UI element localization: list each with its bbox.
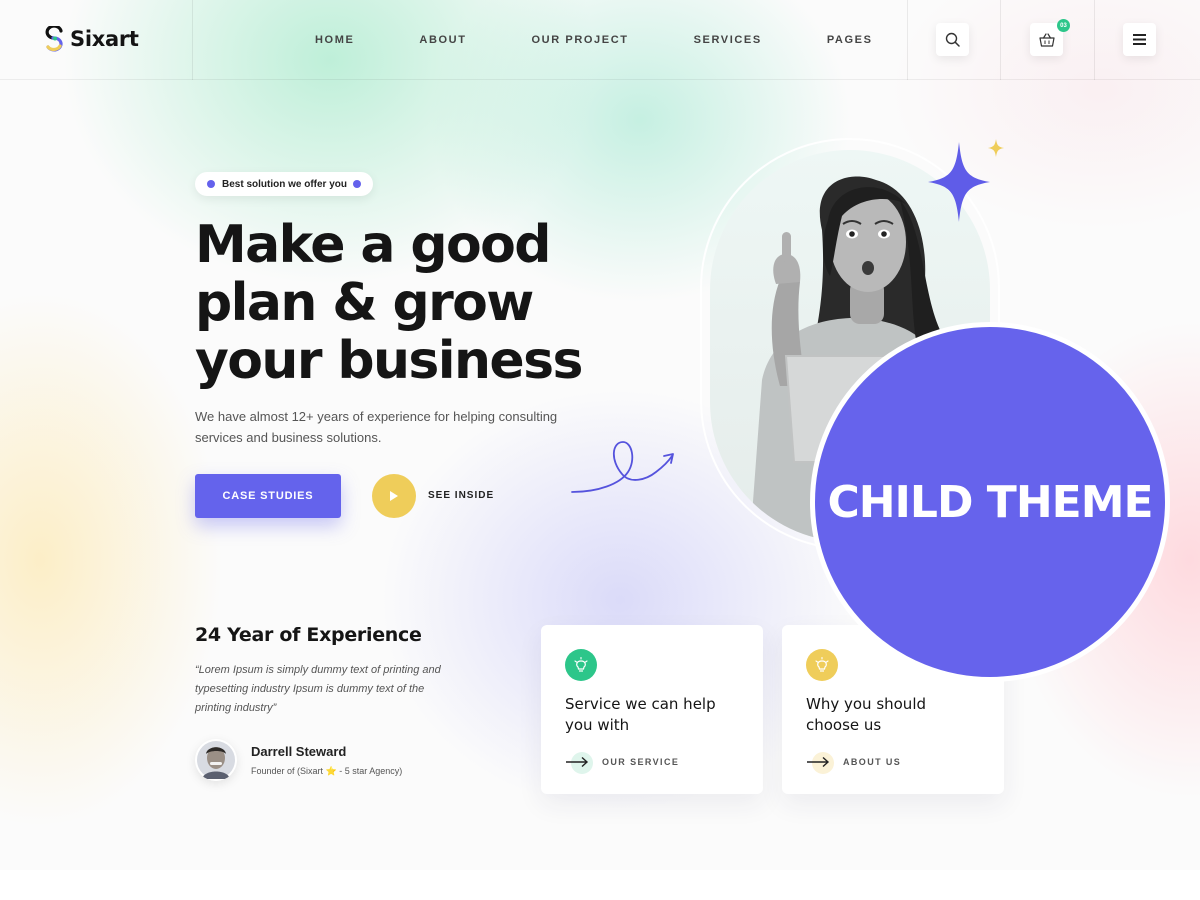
experience-quote: “Lorem Ipsum is simply dummy text of pri… xyxy=(195,664,441,714)
logo-text: Sixart xyxy=(70,27,139,51)
experience-title: 24 Year of Experience xyxy=(195,624,422,646)
lightbulb-icon xyxy=(815,657,829,672)
main-nav: HOME ABOUT OUR PROJECT SERVICES PAGES xyxy=(315,34,873,46)
our-service-link[interactable]: OUR SERVICE xyxy=(565,752,680,774)
person-name: Darrell Steward xyxy=(251,744,347,759)
nav-our-project[interactable]: OUR PROJECT xyxy=(532,34,629,46)
hero-title-line: Make a good xyxy=(195,215,551,275)
cart-button[interactable]: 03 xyxy=(1030,19,1070,56)
card-icon xyxy=(806,649,838,681)
child-theme-text: CHILD THEME xyxy=(827,476,1153,528)
arrow-right-icon xyxy=(566,756,589,768)
person-role: Founder of (Sixart ⭐ - 5 star Agency) xyxy=(251,766,403,776)
header-divider xyxy=(1000,0,1001,80)
cart-count-badge: 03 xyxy=(1057,19,1070,32)
badge-dot-icon xyxy=(353,180,362,188)
nav-pages[interactable]: PAGES xyxy=(827,34,873,46)
play-button[interactable] xyxy=(372,474,416,518)
small-sparkle-icon xyxy=(988,139,1004,157)
nav-services[interactable]: SERVICES xyxy=(694,34,762,46)
hero-badge-text: Best solution we offer you xyxy=(222,178,348,190)
badge-dot-icon xyxy=(207,180,215,188)
card-title: Why you should choose us xyxy=(806,695,927,734)
page: Sixart HOME ABOUT OUR PROJECT SERVICES P… xyxy=(0,0,1200,870)
header-divider xyxy=(192,0,193,80)
search-icon xyxy=(945,32,960,47)
card-icon xyxy=(565,649,597,681)
card-link-label: OUR SERVICE xyxy=(602,757,680,767)
cart-icon xyxy=(1038,32,1055,47)
header-divider xyxy=(907,0,908,80)
see-inside-link[interactable]: SEE INSIDE xyxy=(428,490,494,501)
logo-icon xyxy=(45,26,63,52)
about-us-link[interactable]: ABOUT US xyxy=(806,752,902,774)
hero-badge: Best solution we offer you xyxy=(195,172,374,196)
service-card[interactable]: Service we can help you with OUR SERVICE xyxy=(541,625,763,794)
nav-about[interactable]: ABOUT xyxy=(419,34,466,46)
lightbulb-icon xyxy=(574,657,588,672)
play-icon xyxy=(390,491,398,501)
case-studies-button[interactable]: CASE STUDIES xyxy=(195,474,341,518)
arrow-right-icon xyxy=(807,756,830,768)
hero-description: We have almost 12+ years of experience f… xyxy=(195,409,558,445)
menu-icon xyxy=(1133,34,1146,45)
header-divider xyxy=(1094,0,1095,80)
avatar-image xyxy=(197,741,235,779)
logo[interactable]: Sixart xyxy=(44,26,139,52)
page-footer-space xyxy=(0,870,1200,900)
card-link-label: ABOUT US xyxy=(843,757,902,767)
child-theme-badge: CHILD THEME xyxy=(810,322,1170,682)
hero-title-line: your business xyxy=(195,331,583,391)
search-button[interactable] xyxy=(936,23,969,56)
card-title: Service we can help you with xyxy=(565,695,716,734)
avatar xyxy=(195,739,237,781)
sparkle-icon xyxy=(928,142,990,222)
hero-title: Make a good plan & grow your business xyxy=(195,216,625,390)
nav-home[interactable]: HOME xyxy=(315,34,354,46)
site-header: Sixart HOME ABOUT OUR PROJECT SERVICES P… xyxy=(0,0,1200,80)
menu-button[interactable] xyxy=(1123,23,1156,56)
squiggle-arrow-icon xyxy=(571,441,674,493)
hero-title-line: plan & grow xyxy=(195,273,534,333)
